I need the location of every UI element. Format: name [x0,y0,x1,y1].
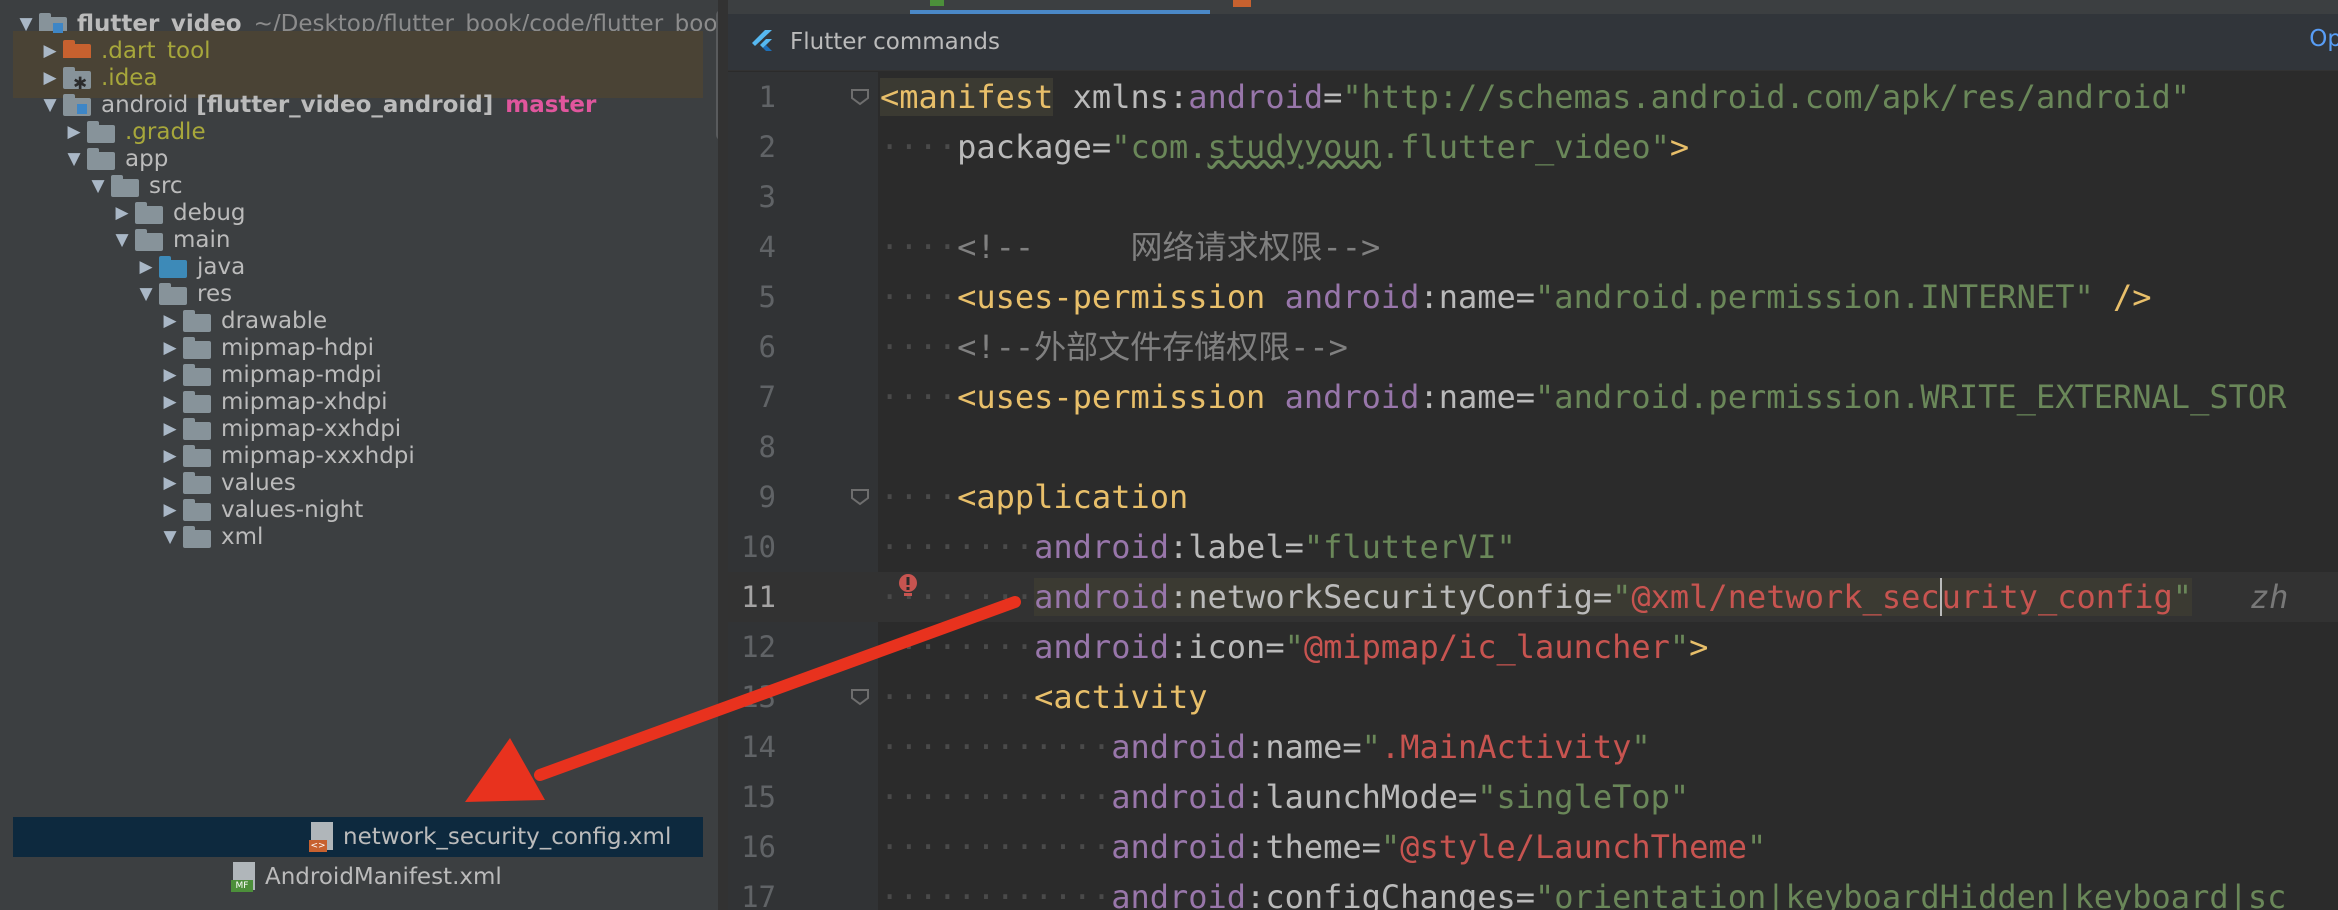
code-text: ········<activity [880,678,1208,716]
code-line-4: 4 ····<!-- 网络请求权限--> [728,222,2338,272]
line-number: 7 [758,380,776,414]
code-text: ············android:launchMode="singleTo… [880,778,1690,816]
code-text: ············android:name=".MainActivity" [880,728,1651,766]
panel-divider[interactable] [718,0,728,910]
tree-label: AndroidManifest.xml [265,864,502,890]
line-number: 8 [758,430,776,464]
tree-row-xml[interactable]: ▼ xml [13,517,703,557]
error-bulb-icon[interactable] [896,572,920,602]
code-text: ····<!--外部文件存储权限--> [880,328,1348,366]
flutter-commands-bar: Flutter commands Op [728,14,2338,71]
code-text: ····<!-- 网络请求权限--> [880,228,1381,266]
tree-row-android-manifest[interactable]: MF AndroidManifest.xml [13,857,703,897]
code-line-2: 2 ····package="com.studyyoun.flutter_vid… [728,122,2338,172]
xml-tab-icon [1233,0,1251,7]
tree-label: xml [221,524,264,550]
code-text: ····<application [880,478,1189,516]
code-text: ········android:icon="@mipmap/ic_launche… [880,628,1709,666]
code-text: ········android:networkSecurityConfig="@… [880,578,2289,616]
line-number: 15 [741,780,776,814]
code-text: ····<uses-permission android:name="andro… [880,278,2152,316]
line-number: 5 [758,280,776,314]
line-number: 1 [758,80,776,114]
flutter-logo-icon [752,30,772,51]
xml-file-icon: <> [309,822,335,852]
code-line-13: 13 ········<activity [728,672,2338,722]
code-line-15: 15 ············android:launchMode="singl… [728,772,2338,822]
code-line-17: 17 ············android:configChanges="or… [728,872,2338,910]
code-text: ············android:theme="@style/Launch… [880,828,1767,866]
code-editor[interactable]: Flutter commands Op 1 <manifest xmlns:an… [728,0,2338,910]
code-line-8: 8 [728,422,2338,472]
code-line-11: 11 ········android:networkSecurityConfig… [728,572,2338,622]
fold-marker-icon[interactable] [850,88,870,106]
tree-row-network-security-config[interactable]: <> network_security_config.xml [13,817,703,857]
project-panel: ▼ flutter_video ~/Desktop/flutter_book/c… [13,0,718,910]
code-line-9: 9 ····<application [728,472,2338,522]
flutter-commands-title: Flutter commands [790,29,1000,55]
line-number: 13 [741,680,776,714]
manifest-file-icon: MF [231,862,257,892]
code-text: ········android:label="flutterVI" [880,528,1516,566]
left-tool-strip [0,0,14,910]
line-number: 6 [758,330,776,364]
code-line-14: 14 ············android:name=".MainActivi… [728,722,2338,772]
line-number: 16 [741,830,776,864]
folder-icon [183,526,213,548]
code-line-16: 16 ············android:theme="@style/Lau… [728,822,2338,872]
manifest-tab-icon [930,0,944,6]
expand-arrow-icon[interactable]: ▼ [157,527,183,547]
code-text: <manifest xmlns:android="http://schemas.… [880,78,2191,116]
code-line-3: 3 [728,172,2338,222]
line-number: 3 [758,180,776,214]
flutter-open-link[interactable]: Op [2309,26,2338,52]
line-number: 11 [741,580,776,614]
code-line-7: 7 ····<uses-permission android:name="and… [728,372,2338,422]
code-text: ····package="com.studyyoun.flutter_video… [880,128,1690,166]
code-text: ····<uses-permission android:name="andro… [880,378,2287,416]
tree-label: network_security_config.xml [343,824,672,850]
line-number: 10 [741,530,776,564]
line-number: 12 [741,630,776,664]
code-line-1: 1 <manifest xmlns:android="http://schema… [728,72,2338,122]
code-line-12: 12 ········android:icon="@mipmap/ic_laun… [728,622,2338,672]
line-number: 17 [741,880,776,910]
line-number: 9 [758,480,776,514]
code-line-6: 6 ····<!--外部文件存储权限--> [728,322,2338,372]
line-number: 14 [741,730,776,764]
fold-marker-icon[interactable] [850,688,870,706]
line-number: 2 [758,130,776,164]
fold-marker-icon[interactable] [850,488,870,506]
editor-tab-bar[interactable] [728,0,2338,15]
code-line-5: 5 ····<uses-permission android:name="and… [728,272,2338,322]
line-number: 4 [758,230,776,264]
code-text: ············android:configChanges="orien… [880,878,2287,910]
code-line-10: 10 ········android:label="flutterVI" [728,522,2338,572]
